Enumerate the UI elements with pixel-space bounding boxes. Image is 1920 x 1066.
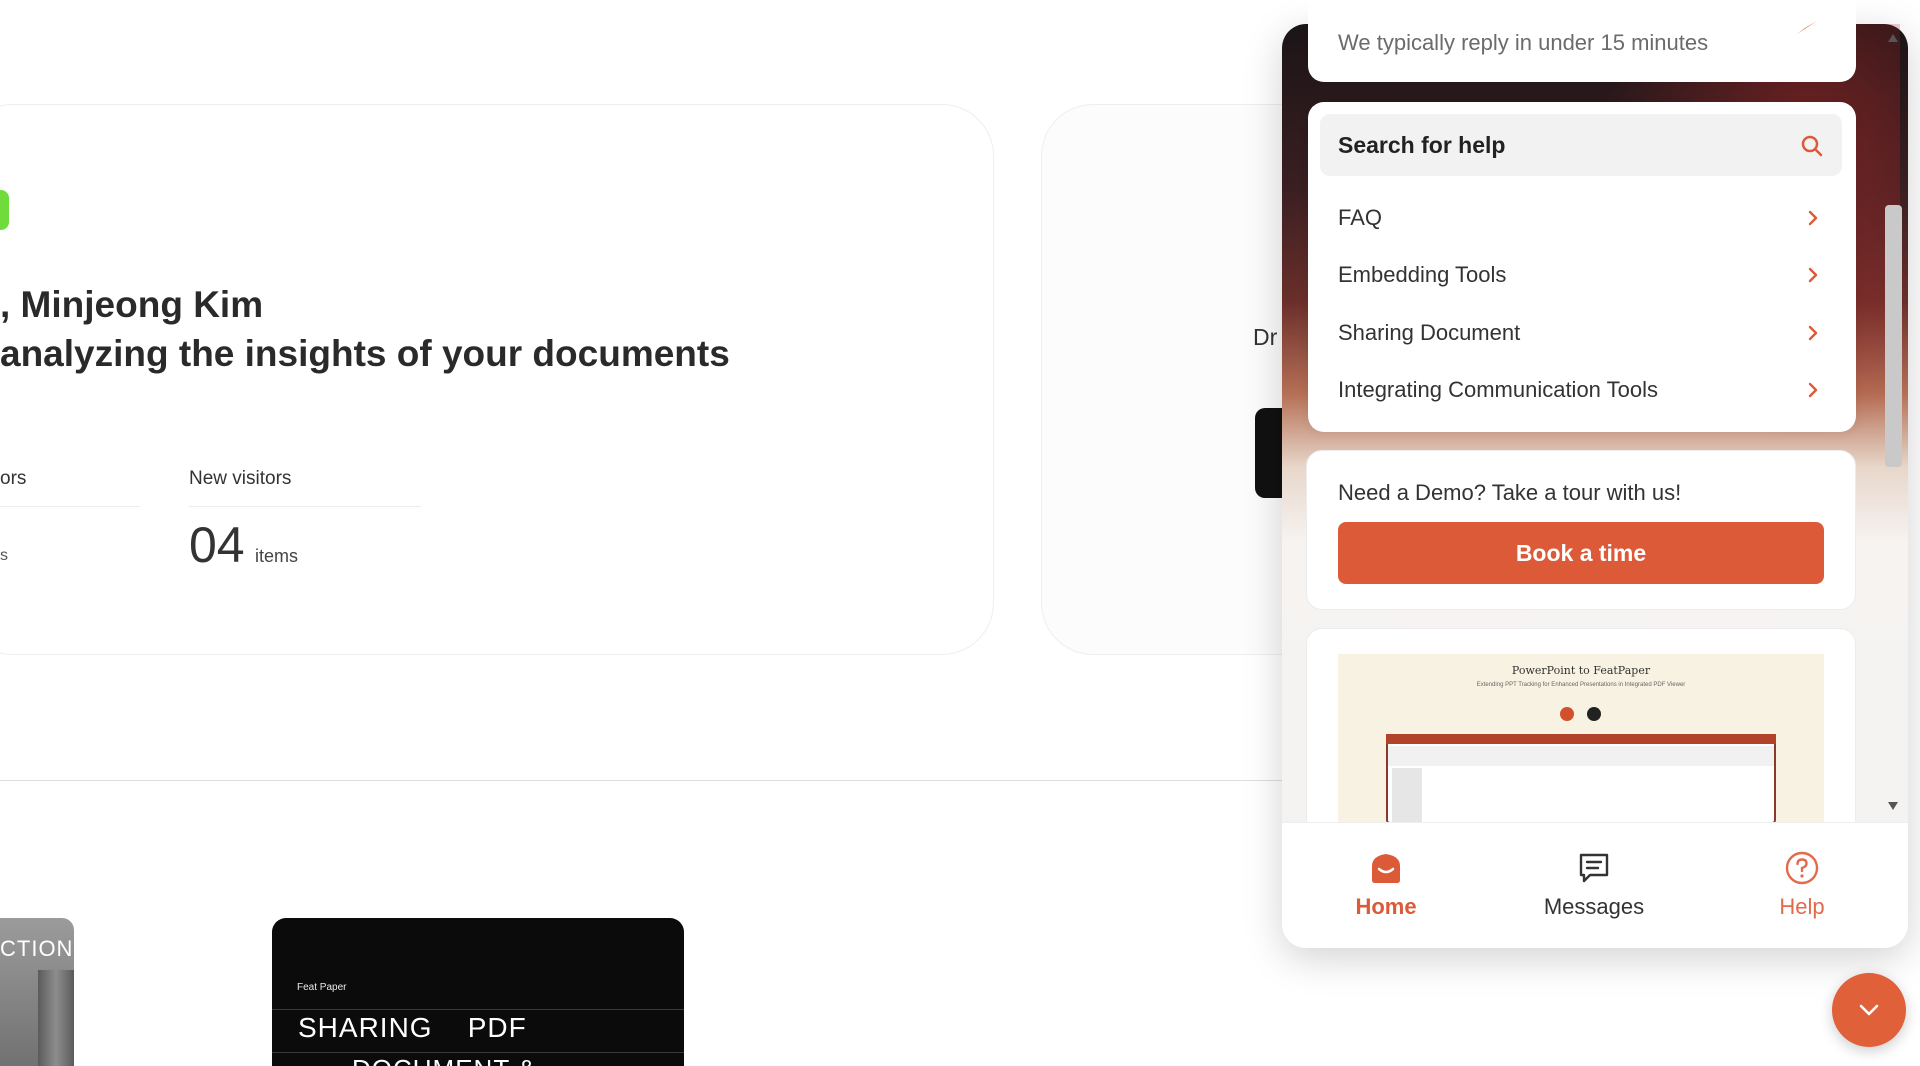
help-item-embedding-tools[interactable]: Embedding Tools <box>1320 248 1842 304</box>
messenger-launcher-button[interactable] <box>1832 973 1906 1047</box>
help-item-label: Embedding Tools <box>1338 262 1507 287</box>
tab-messages[interactable]: Messages <box>1524 842 1664 932</box>
tab-home[interactable]: Home <box>1316 842 1456 932</box>
tab-help[interactable]: Help <box>1732 842 1872 932</box>
stat-new-visitors-label: New visitors <box>189 468 292 489</box>
section-divider <box>0 780 1290 781</box>
help-item-label: Integrating Communication Tools <box>1338 377 1658 402</box>
powerpoint-icon <box>1560 707 1574 721</box>
video-app-titlebar <box>1386 734 1776 744</box>
help-item-faq[interactable]: FAQ <box>1320 191 1842 247</box>
stat-visitors-label: ors <box>0 468 27 489</box>
demo-prompt: Need a Demo? Take a tour with us! <box>1338 480 1682 505</box>
page: , Minjeong Kim analyzing the insights of… <box>0 0 1920 1066</box>
home-icon <box>1372 854 1400 883</box>
reply-time-note: We typically reply in under 15 minutes <box>1338 30 1709 55</box>
video-subtitle: Extending PPT Tracking for Enhanced Pres… <box>1476 682 1686 688</box>
status-chip <box>0 190 9 230</box>
stat-divider <box>189 506 421 507</box>
help-item-sharing-document[interactable]: Sharing Document <box>1320 306 1842 362</box>
stat-new-visitors-value: 04 <box>189 517 245 573</box>
tab-label: Messages <box>1543 894 1645 919</box>
scrollbar-thumb[interactable] <box>1885 205 1902 467</box>
chevron-right-icon <box>1808 382 1818 398</box>
thumbnail-title: SHARING PDF <box>298 1012 527 1043</box>
help-icon <box>1785 851 1819 885</box>
video-title: PowerPoint to FeatPaper <box>1511 664 1651 677</box>
chevron-right-icon <box>1808 267 1818 283</box>
thumbnail-rule <box>272 1009 684 1010</box>
stat-new-visitors-unit: items <box>255 546 299 566</box>
tab-label: Help <box>1779 894 1825 919</box>
thumbnail-subtitle: DOCUMENT & <box>352 1054 536 1066</box>
featpaper-icon <box>1587 707 1601 721</box>
stat-divider <box>0 506 140 507</box>
thumbnail-title: CTION <box>0 936 74 961</box>
help-item-integrating-communication-tools[interactable]: Integrating Communication Tools <box>1320 363 1842 419</box>
thumbnail-rule <box>272 1052 684 1053</box>
video-app-sidebar <box>1392 768 1422 822</box>
greeting-subtitle: analyzing the insights of your documents <box>0 333 730 374</box>
greeting-title: , Minjeong Kim <box>0 284 264 325</box>
chevron-right-icon <box>1808 210 1818 226</box>
book-a-time-button[interactable]: Book a time <box>1338 522 1824 584</box>
scroll-down-arrow[interactable] <box>1888 802 1898 810</box>
help-item-label: FAQ <box>1338 205 1383 230</box>
thumbnail-brand: Feat Paper <box>297 982 347 993</box>
search-help-label: Search for help <box>1338 132 1506 158</box>
upload-drop-text: Dr <box>1253 324 1278 350</box>
chevron-right-icon <box>1808 325 1818 341</box>
messages-icon <box>1579 853 1609 883</box>
stat-visitors-unit: s <box>0 547 8 564</box>
overview-card <box>0 104 994 655</box>
scroll-up-arrow[interactable] <box>1888 34 1898 42</box>
help-item-label: Sharing Document <box>1338 320 1521 345</box>
thumbnail-image-detail <box>38 970 74 1066</box>
chevron-down-icon <box>1859 1004 1879 1016</box>
video-app-toolbar <box>1388 746 1774 766</box>
send-icon[interactable] <box>1795 18 1819 36</box>
tab-label: Home <box>1355 894 1417 919</box>
search-icon[interactable] <box>1800 134 1824 158</box>
